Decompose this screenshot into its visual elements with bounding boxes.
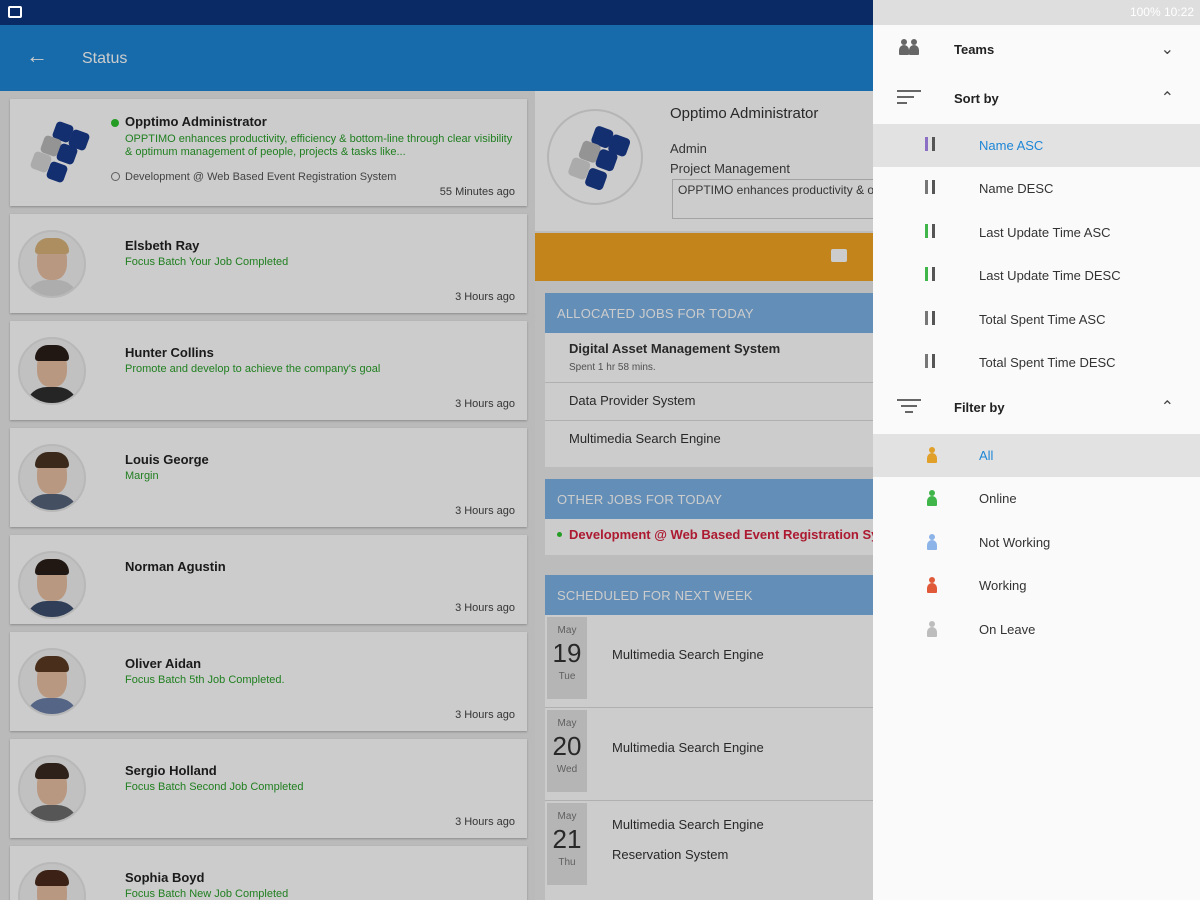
filter-option[interactable]: All [873, 434, 1200, 477]
user-not-working-icon [925, 533, 937, 550]
filter-option-label: Online [979, 491, 1017, 507]
drawer-scrim[interactable] [0, 25, 873, 900]
filter-icon [897, 397, 921, 415]
chevron-up-icon: ⌃ [1160, 90, 1174, 107]
sort-option[interactable]: Name DESC [873, 167, 1200, 210]
clock-asc-icon [925, 310, 935, 325]
sort-option-label: Name ASC [979, 138, 1044, 153]
sort-option-label: Total Spent Time DESC [979, 355, 1116, 370]
filter-option-label: Not Working [979, 534, 1051, 550]
user-working-icon [925, 577, 937, 594]
sort-by-header[interactable]: Sort by ⌃ [873, 74, 1200, 122]
clock-desc-icon [925, 354, 935, 368]
sort-az-icon [925, 137, 935, 151]
sort-option-label: Name DESC [979, 181, 1054, 197]
teams-header[interactable]: Teams ⌄ [873, 25, 1200, 73]
user-online-icon [925, 490, 937, 507]
sort-option[interactable]: Last Update Time ASC [873, 211, 1200, 254]
filter-option-label: Working [979, 578, 1027, 594]
teams-label: Teams [954, 42, 995, 57]
sort-icon [897, 88, 921, 106]
screen: ← Status Opptimo Administrator OPPTIMO e… [0, 0, 1200, 900]
sort-option-label: Total Spent Time ASC [979, 311, 1106, 327]
filter-by-label: Filter by [954, 400, 1005, 415]
chevron-up-icon: ⌃ [1160, 399, 1174, 416]
sort-option[interactable]: Name ASC [873, 124, 1200, 167]
filter-option-label: On Leave [979, 621, 1036, 637]
sort-option-label: Last Update Time DESC [979, 268, 1121, 284]
sort-option[interactable]: Total Spent Time ASC [873, 298, 1200, 341]
arrow-up-icon [925, 267, 935, 282]
users-all-icon [925, 447, 937, 463]
sort-option[interactable]: Total Spent Time DESC [873, 341, 1200, 384]
teams-icon [897, 39, 921, 57]
filter-option[interactable]: Online [873, 477, 1200, 520]
arrow-down-icon [925, 223, 935, 238]
sort-za-icon [925, 180, 935, 195]
sort-option[interactable]: Last Update Time DESC [873, 254, 1200, 297]
filter-by-header[interactable]: Filter by ⌃ [873, 383, 1200, 431]
drawer-status-bar: 100% 10:22 [873, 0, 1200, 25]
filter-option[interactable]: Working [873, 564, 1200, 607]
user-on-leave-icon [925, 620, 937, 637]
filter-option-label: All [979, 448, 994, 463]
sort-by-label: Sort by [954, 91, 999, 106]
gallery-icon [8, 6, 22, 18]
chevron-down-icon: ⌄ [1160, 41, 1174, 58]
sort-option-label: Last Update Time ASC [979, 224, 1111, 240]
filter-drawer: 100% 10:22 Teams ⌄ Sort by ⌃ Name ASC Nam… [873, 0, 1200, 900]
filter-option[interactable]: On Leave [873, 608, 1200, 651]
filter-option[interactable]: Not Working [873, 521, 1200, 564]
